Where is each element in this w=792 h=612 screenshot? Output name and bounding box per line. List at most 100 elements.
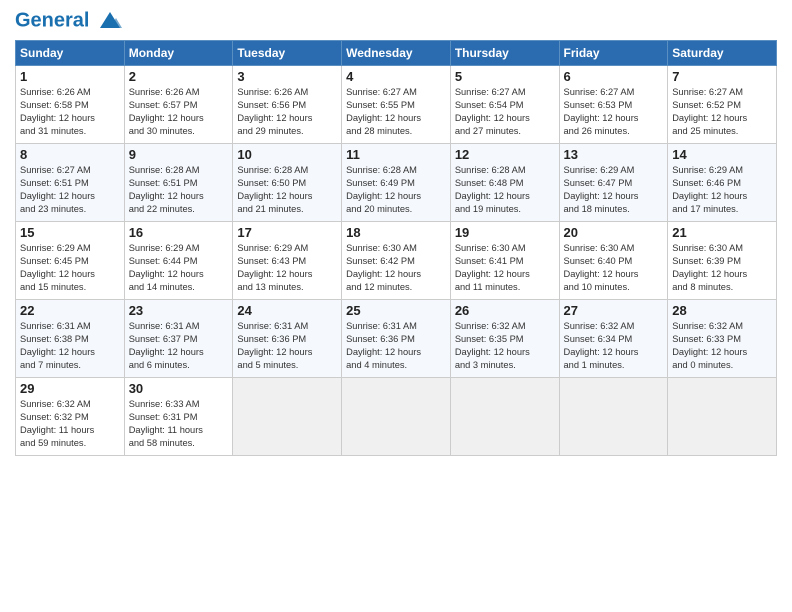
day-cell: 30 Sunrise: 6:33 AMSunset: 6:31 PMDaylig… [124, 378, 233, 456]
day-cell: 6 Sunrise: 6:27 AMSunset: 6:53 PMDayligh… [559, 66, 668, 144]
day-number: 4 [346, 69, 446, 84]
day-info: Sunrise: 6:27 AMSunset: 6:55 PMDaylight:… [346, 86, 446, 138]
day-cell: 20 Sunrise: 6:30 AMSunset: 6:40 PMDaylig… [559, 222, 668, 300]
day-info: Sunrise: 6:29 AMSunset: 6:43 PMDaylight:… [237, 242, 337, 294]
day-number: 28 [672, 303, 772, 318]
day-number: 15 [20, 225, 120, 240]
logo-text: General [15, 10, 124, 32]
day-cell: 7 Sunrise: 6:27 AMSunset: 6:52 PMDayligh… [668, 66, 777, 144]
day-number: 17 [237, 225, 337, 240]
day-info: Sunrise: 6:31 AMSunset: 6:37 PMDaylight:… [129, 320, 229, 372]
col-header-saturday: Saturday [668, 41, 777, 66]
day-cell: 27 Sunrise: 6:32 AMSunset: 6:34 PMDaylig… [559, 300, 668, 378]
col-header-wednesday: Wednesday [342, 41, 451, 66]
week-row-5: 29 Sunrise: 6:32 AMSunset: 6:32 PMDaylig… [16, 378, 777, 456]
day-info: Sunrise: 6:28 AMSunset: 6:50 PMDaylight:… [237, 164, 337, 216]
day-cell: 3 Sunrise: 6:26 AMSunset: 6:56 PMDayligh… [233, 66, 342, 144]
day-number: 9 [129, 147, 229, 162]
day-info: Sunrise: 6:26 AMSunset: 6:57 PMDaylight:… [129, 86, 229, 138]
day-info: Sunrise: 6:27 AMSunset: 6:52 PMDaylight:… [672, 86, 772, 138]
day-number: 19 [455, 225, 555, 240]
day-number: 8 [20, 147, 120, 162]
col-header-friday: Friday [559, 41, 668, 66]
day-info: Sunrise: 6:28 AMSunset: 6:51 PMDaylight:… [129, 164, 229, 216]
day-info: Sunrise: 6:31 AMSunset: 6:38 PMDaylight:… [20, 320, 120, 372]
logo-general: General [15, 9, 89, 31]
page-container: General SundayMondayTuesdayWednesdayThur… [0, 0, 792, 466]
day-info: Sunrise: 6:32 AMSunset: 6:34 PMDaylight:… [564, 320, 664, 372]
col-header-tuesday: Tuesday [233, 41, 342, 66]
day-cell: 15 Sunrise: 6:29 AMSunset: 6:45 PMDaylig… [16, 222, 125, 300]
day-cell [559, 378, 668, 456]
logo: General [15, 10, 126, 32]
day-number: 30 [129, 381, 229, 396]
day-cell: 11 Sunrise: 6:28 AMSunset: 6:49 PMDaylig… [342, 144, 451, 222]
day-number: 5 [455, 69, 555, 84]
day-info: Sunrise: 6:33 AMSunset: 6:31 PMDaylight:… [129, 398, 229, 450]
day-info: Sunrise: 6:26 AMSunset: 6:56 PMDaylight:… [237, 86, 337, 138]
day-number: 22 [20, 303, 120, 318]
day-info: Sunrise: 6:27 AMSunset: 6:51 PMDaylight:… [20, 164, 120, 216]
day-number: 1 [20, 69, 120, 84]
day-number: 16 [129, 225, 229, 240]
day-cell: 18 Sunrise: 6:30 AMSunset: 6:42 PMDaylig… [342, 222, 451, 300]
day-number: 21 [672, 225, 772, 240]
day-cell [668, 378, 777, 456]
day-info: Sunrise: 6:32 AMSunset: 6:32 PMDaylight:… [20, 398, 120, 450]
day-cell [450, 378, 559, 456]
day-info: Sunrise: 6:31 AMSunset: 6:36 PMDaylight:… [346, 320, 446, 372]
header: General [15, 10, 777, 32]
day-number: 25 [346, 303, 446, 318]
day-number: 10 [237, 147, 337, 162]
day-number: 27 [564, 303, 664, 318]
day-cell [342, 378, 451, 456]
day-info: Sunrise: 6:29 AMSunset: 6:45 PMDaylight:… [20, 242, 120, 294]
day-cell: 29 Sunrise: 6:32 AMSunset: 6:32 PMDaylig… [16, 378, 125, 456]
day-number: 13 [564, 147, 664, 162]
day-info: Sunrise: 6:30 AMSunset: 6:39 PMDaylight:… [672, 242, 772, 294]
week-row-2: 8 Sunrise: 6:27 AMSunset: 6:51 PMDayligh… [16, 144, 777, 222]
week-row-1: 1 Sunrise: 6:26 AMSunset: 6:58 PMDayligh… [16, 66, 777, 144]
day-cell: 22 Sunrise: 6:31 AMSunset: 6:38 PMDaylig… [16, 300, 125, 378]
week-row-3: 15 Sunrise: 6:29 AMSunset: 6:45 PMDaylig… [16, 222, 777, 300]
day-number: 18 [346, 225, 446, 240]
day-number: 12 [455, 147, 555, 162]
day-number: 23 [129, 303, 229, 318]
day-cell: 8 Sunrise: 6:27 AMSunset: 6:51 PMDayligh… [16, 144, 125, 222]
day-cell: 26 Sunrise: 6:32 AMSunset: 6:35 PMDaylig… [450, 300, 559, 378]
day-cell: 1 Sunrise: 6:26 AMSunset: 6:58 PMDayligh… [16, 66, 125, 144]
header-row: SundayMondayTuesdayWednesdayThursdayFrid… [16, 41, 777, 66]
day-number: 7 [672, 69, 772, 84]
day-cell: 25 Sunrise: 6:31 AMSunset: 6:36 PMDaylig… [342, 300, 451, 378]
day-cell: 24 Sunrise: 6:31 AMSunset: 6:36 PMDaylig… [233, 300, 342, 378]
day-cell: 9 Sunrise: 6:28 AMSunset: 6:51 PMDayligh… [124, 144, 233, 222]
day-number: 11 [346, 147, 446, 162]
day-info: Sunrise: 6:30 AMSunset: 6:41 PMDaylight:… [455, 242, 555, 294]
day-number: 20 [564, 225, 664, 240]
day-info: Sunrise: 6:32 AMSunset: 6:35 PMDaylight:… [455, 320, 555, 372]
day-info: Sunrise: 6:28 AMSunset: 6:49 PMDaylight:… [346, 164, 446, 216]
day-info: Sunrise: 6:32 AMSunset: 6:33 PMDaylight:… [672, 320, 772, 372]
day-cell: 12 Sunrise: 6:28 AMSunset: 6:48 PMDaylig… [450, 144, 559, 222]
day-info: Sunrise: 6:28 AMSunset: 6:48 PMDaylight:… [455, 164, 555, 216]
day-info: Sunrise: 6:30 AMSunset: 6:42 PMDaylight:… [346, 242, 446, 294]
day-cell: 19 Sunrise: 6:30 AMSunset: 6:41 PMDaylig… [450, 222, 559, 300]
day-cell: 5 Sunrise: 6:27 AMSunset: 6:54 PMDayligh… [450, 66, 559, 144]
col-header-thursday: Thursday [450, 41, 559, 66]
day-info: Sunrise: 6:27 AMSunset: 6:54 PMDaylight:… [455, 86, 555, 138]
day-number: 29 [20, 381, 120, 396]
week-row-4: 22 Sunrise: 6:31 AMSunset: 6:38 PMDaylig… [16, 300, 777, 378]
day-cell: 17 Sunrise: 6:29 AMSunset: 6:43 PMDaylig… [233, 222, 342, 300]
col-header-sunday: Sunday [16, 41, 125, 66]
day-cell: 14 Sunrise: 6:29 AMSunset: 6:46 PMDaylig… [668, 144, 777, 222]
day-number: 6 [564, 69, 664, 84]
day-info: Sunrise: 6:31 AMSunset: 6:36 PMDaylight:… [237, 320, 337, 372]
day-info: Sunrise: 6:29 AMSunset: 6:44 PMDaylight:… [129, 242, 229, 294]
day-cell: 21 Sunrise: 6:30 AMSunset: 6:39 PMDaylig… [668, 222, 777, 300]
day-number: 24 [237, 303, 337, 318]
day-cell: 13 Sunrise: 6:29 AMSunset: 6:47 PMDaylig… [559, 144, 668, 222]
logo-icon [96, 10, 124, 32]
day-number: 26 [455, 303, 555, 318]
day-cell [233, 378, 342, 456]
day-info: Sunrise: 6:27 AMSunset: 6:53 PMDaylight:… [564, 86, 664, 138]
